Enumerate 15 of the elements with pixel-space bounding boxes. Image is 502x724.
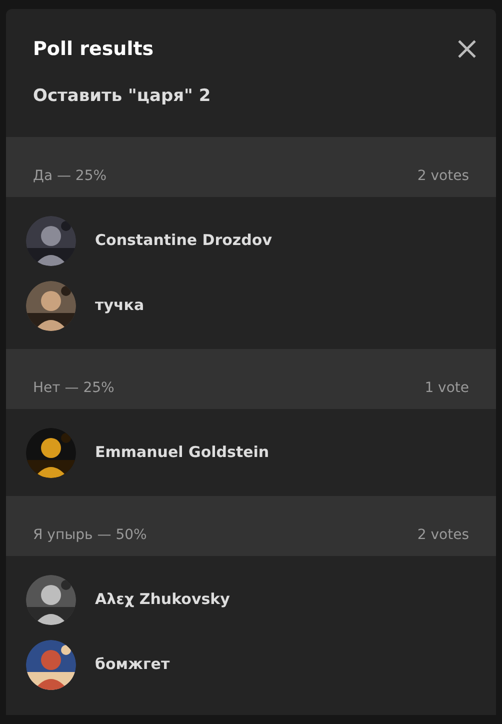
close-icon bbox=[457, 39, 477, 60]
poll-question: Оставить "царя" 2 bbox=[33, 84, 212, 108]
dialog-title: Poll results bbox=[33, 37, 154, 62]
option-result: Нет — 25% bbox=[33, 379, 114, 398]
voter-name[interactable]: Constantine Drozdov bbox=[95, 229, 272, 252]
vote-count: 2 votes bbox=[417, 167, 469, 186]
vote-count: 2 votes bbox=[417, 526, 469, 545]
voter-name[interactable]: Αλεχ Zhukovsky bbox=[95, 588, 230, 611]
voter-name[interactable]: Emmanuel Goldstein bbox=[95, 441, 270, 464]
vote-count: 1 vote bbox=[424, 379, 469, 398]
close-button[interactable] bbox=[457, 39, 477, 60]
option-result: Я упырь — 50% bbox=[33, 526, 147, 545]
voter-name[interactable]: бомжгет bbox=[95, 653, 170, 676]
option-result: Да — 25% bbox=[33, 167, 107, 186]
voter-name[interactable]: тучка bbox=[95, 294, 144, 317]
